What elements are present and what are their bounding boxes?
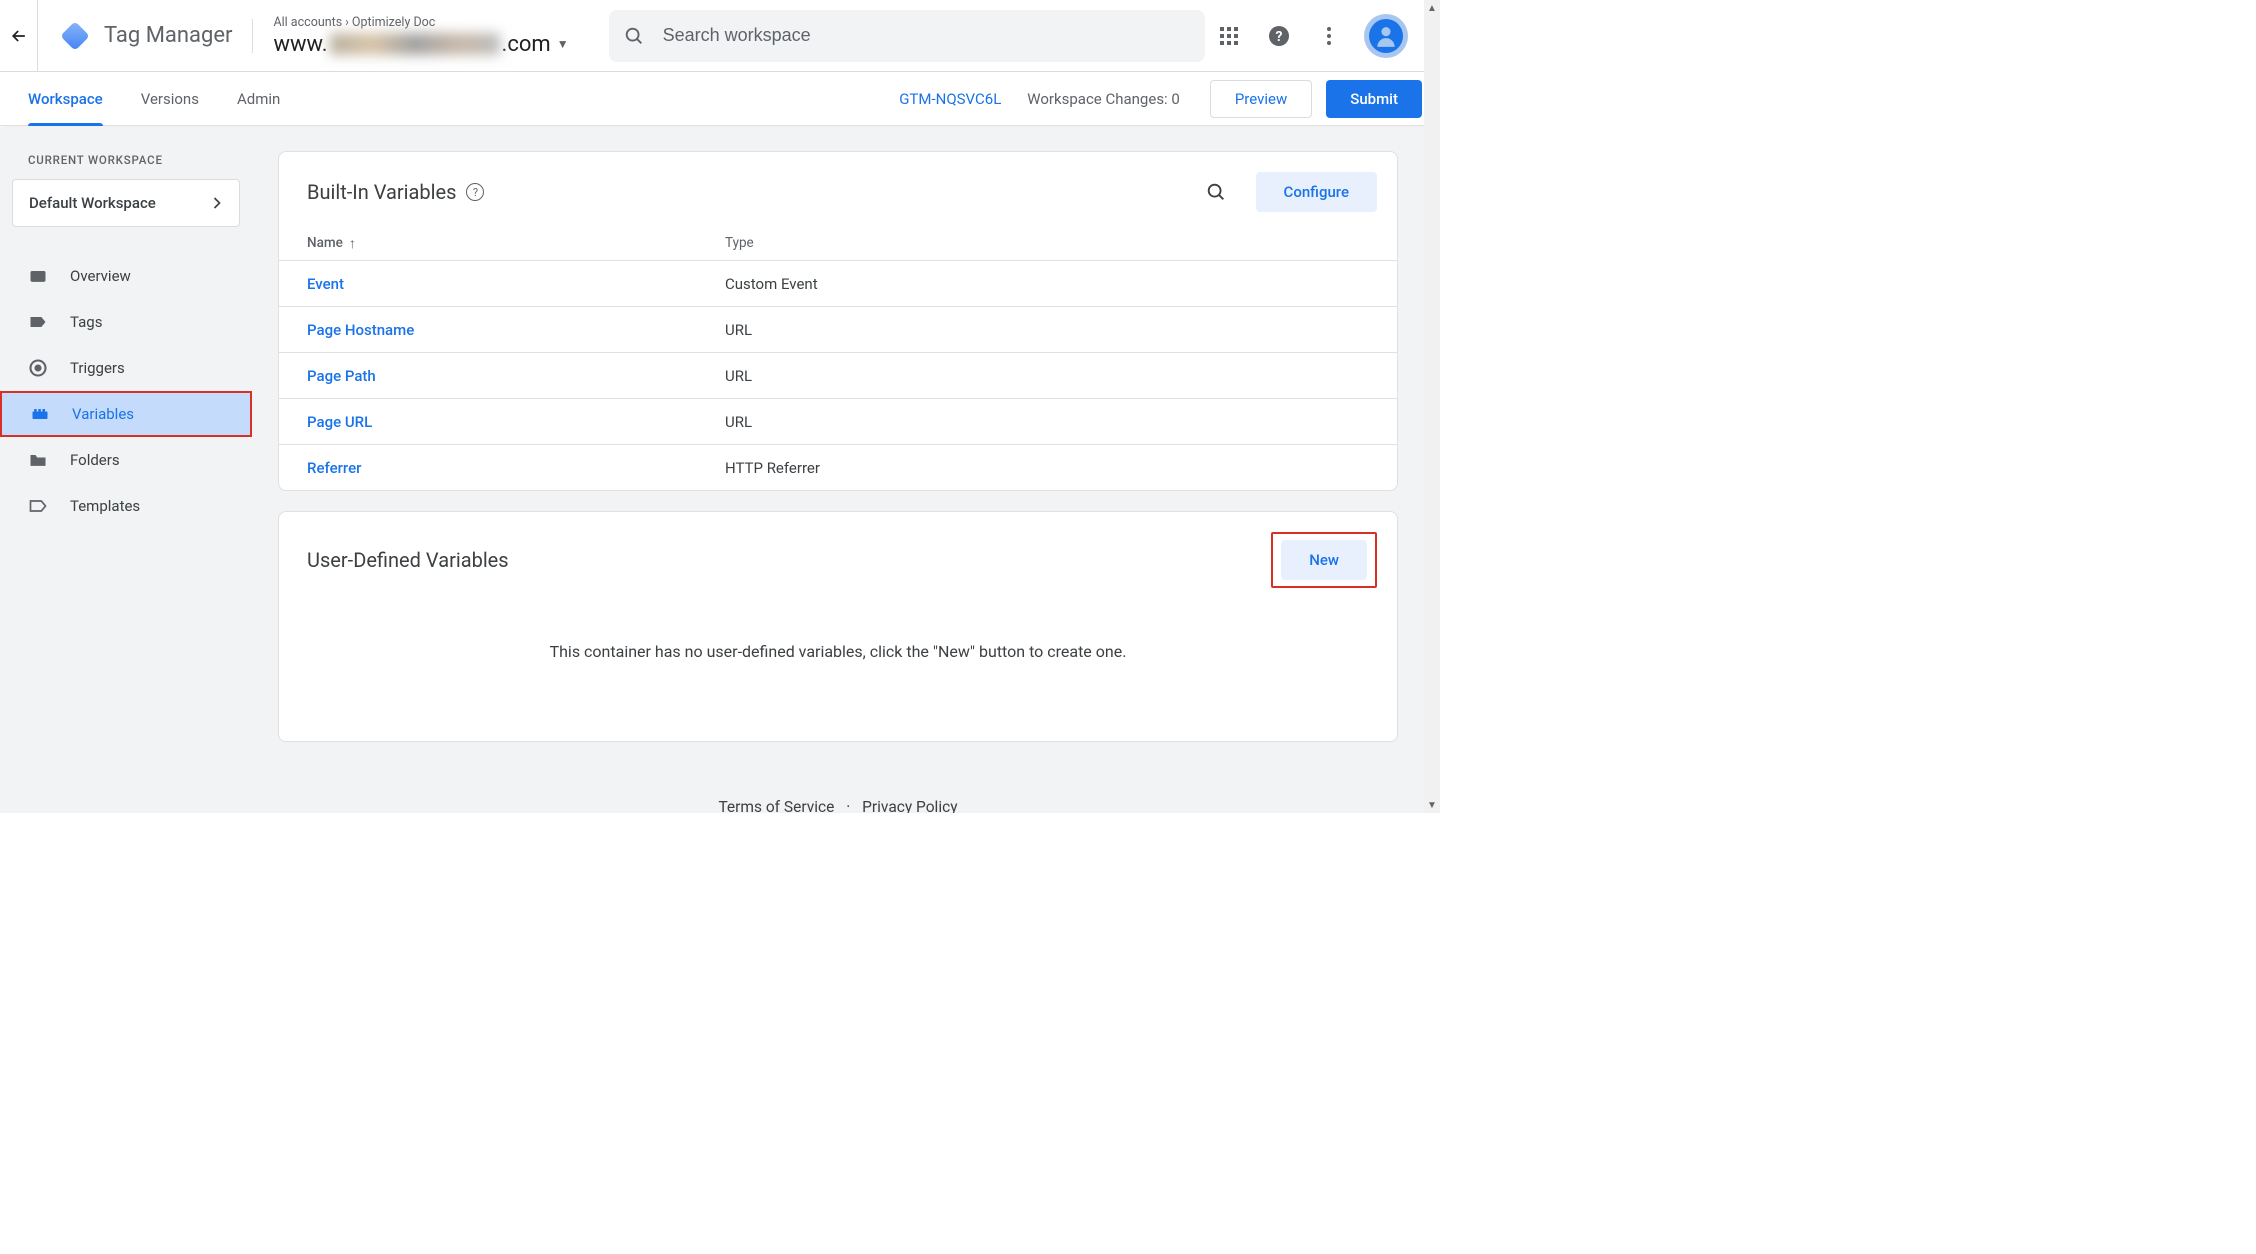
configure-button[interactable]: Configure [1256, 172, 1377, 212]
separator-dot: · [846, 798, 850, 813]
product-name: Tag Manager [104, 23, 232, 48]
table-row[interactable]: Event Custom Event [279, 260, 1397, 306]
breadcrumb-accounts[interactable]: All accounts [273, 15, 342, 30]
search-icon [623, 25, 645, 47]
scrollbar-vertical[interactable]: ▲ ▼ [1424, 0, 1440, 813]
scroll-down-icon[interactable]: ▼ [1424, 797, 1440, 813]
new-button-highlight: New [1271, 532, 1377, 588]
chevron-right-icon [207, 193, 227, 213]
domain-blurred [330, 33, 500, 55]
var-type: HTTP Referrer [725, 459, 1369, 477]
caret-down-icon: ▼ [557, 37, 569, 51]
sidebar-item-triggers[interactable]: Triggers [0, 345, 252, 391]
sidebar-item-label: Folders [70, 451, 120, 469]
folder-icon [28, 450, 48, 470]
search-box[interactable] [609, 10, 1205, 62]
builtin-title: Built-In Variables [307, 180, 456, 204]
new-button[interactable]: New [1281, 540, 1367, 580]
tab-versions[interactable]: Versions [141, 72, 199, 126]
var-link[interactable]: Event [307, 275, 344, 293]
var-link[interactable]: Referrer [307, 459, 361, 477]
svg-text:?: ? [1276, 29, 1283, 45]
divider [252, 19, 253, 53]
var-link[interactable]: Page Path [307, 367, 376, 385]
userdef-variables-card: User-Defined Variables New This containe… [278, 511, 1398, 742]
workspace-changes-label: Workspace Changes: 0 [1027, 90, 1180, 108]
sidebar-item-tags[interactable]: Tags [0, 299, 252, 345]
terms-link[interactable]: Terms of Service [718, 798, 834, 813]
help-circle-icon[interactable]: ? [466, 183, 484, 201]
breadcrumb[interactable]: All accounts › Optimizely Doc [273, 15, 568, 30]
search-input[interactable] [663, 25, 1191, 46]
template-icon [28, 496, 48, 516]
sidebar-item-templates[interactable]: Templates [0, 483, 252, 529]
trigger-icon [28, 358, 48, 378]
var-type: URL [725, 413, 1369, 431]
breadcrumb-container[interactable]: Optimizely Doc [352, 15, 435, 30]
table-row[interactable]: Page Hostname URL [279, 306, 1397, 352]
privacy-link[interactable]: Privacy Policy [862, 798, 957, 813]
tag-manager-logo [56, 17, 94, 55]
userdef-title: User-Defined Variables [307, 548, 509, 572]
table-row[interactable]: Page Path URL [279, 352, 1397, 398]
empty-state-message: This container has no user-defined varia… [279, 602, 1397, 741]
sidebar-item-folders[interactable]: Folders [0, 437, 252, 483]
account-avatar[interactable] [1364, 14, 1408, 58]
column-name-header[interactable]: Name↑ [307, 235, 725, 252]
submit-button[interactable]: Submit [1326, 80, 1422, 118]
var-link[interactable]: Page Hostname [307, 321, 414, 339]
var-type: URL [725, 321, 1369, 339]
sidebar-item-label: Templates [70, 497, 140, 515]
domain-prefix: www. [273, 32, 327, 57]
help-icon[interactable]: ? [1264, 21, 1294, 51]
var-link[interactable]: Page URL [307, 413, 372, 431]
workspace-name: Default Workspace [29, 194, 207, 212]
scroll-up-icon[interactable]: ▲ [1424, 0, 1440, 16]
preview-button[interactable]: Preview [1210, 80, 1312, 118]
sidebar-item-overview[interactable]: Overview [0, 253, 252, 299]
column-type-header[interactable]: Type [725, 235, 1369, 251]
table-row[interactable]: Referrer HTTP Referrer [279, 444, 1397, 490]
apps-icon[interactable] [1214, 21, 1244, 51]
current-workspace-label: CURRENT WORKSPACE [0, 143, 252, 175]
sidebar-item-label: Tags [70, 313, 102, 331]
sidebar-item-label: Triggers [70, 359, 125, 377]
chevron-right-icon: › [345, 15, 349, 30]
tab-admin[interactable]: Admin [237, 72, 280, 126]
builtin-variables-card: Built-In Variables ? Configure Name↑ Typ… [278, 151, 1398, 491]
var-type: Custom Event [725, 275, 1369, 293]
overview-icon [28, 266, 48, 286]
domain-suffix: .com [502, 32, 551, 57]
person-icon [1369, 19, 1403, 53]
workspace-selector[interactable]: Default Workspace [12, 179, 240, 227]
sidebar-item-label: Overview [70, 267, 131, 285]
footer-links: Terms of Service · Privacy Policy [278, 762, 1398, 813]
builtin-search-button[interactable] [1196, 172, 1236, 212]
table-row[interactable]: Page URL URL [279, 398, 1397, 444]
table-header: Name↑ Type [279, 226, 1397, 260]
variable-icon [30, 404, 50, 424]
more-icon[interactable] [1314, 21, 1344, 51]
var-type: URL [725, 367, 1369, 385]
sort-arrow-up-icon: ↑ [349, 235, 356, 252]
container-id-link[interactable]: GTM-NQSVC6L [899, 90, 1001, 108]
tab-workspace[interactable]: Workspace [28, 72, 103, 126]
container-domain-selector[interactable]: www. .com ▼ [273, 32, 568, 57]
back-button[interactable] [0, 0, 38, 72]
sidebar-item-label: Variables [72, 405, 134, 423]
sidebar-item-variables[interactable]: Variables [0, 391, 252, 437]
tag-icon [28, 312, 48, 332]
search-icon [1205, 181, 1227, 203]
